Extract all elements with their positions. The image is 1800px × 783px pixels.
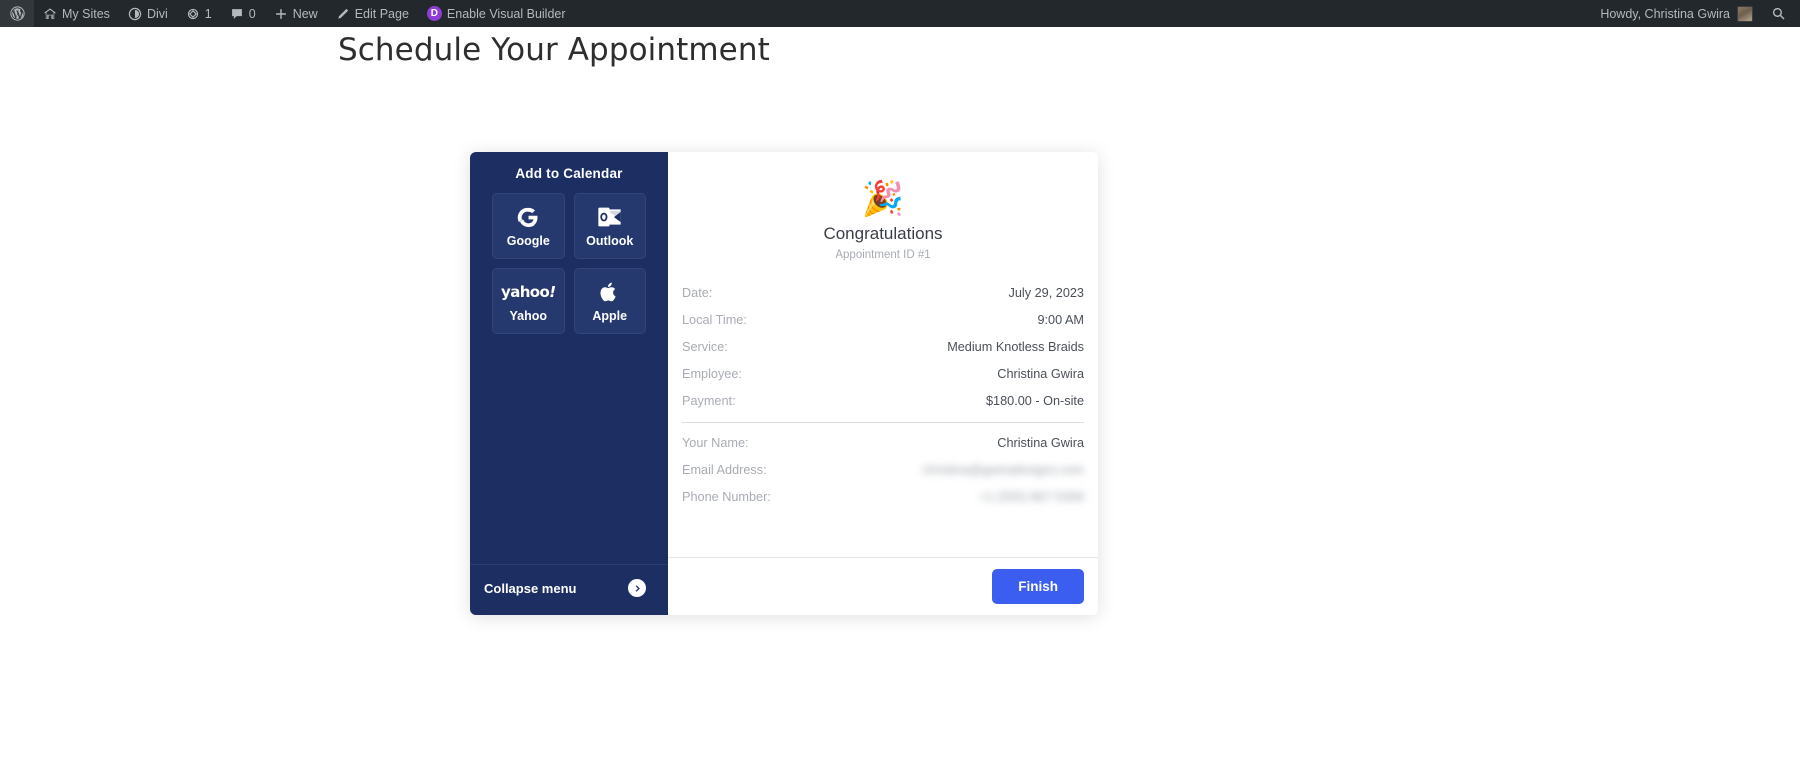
detail-value-payment: $180.00 - On-site: [985, 393, 1084, 408]
admin-bar-label-revisions: 1: [204, 6, 212, 21]
party-popper-icon: 🎉: [861, 180, 905, 218]
congratulations-block: 🎉 Congratulations Appointment ID #1: [682, 174, 1084, 261]
add-to-apple-calendar-button[interactable]: Apple: [573, 268, 646, 334]
divi-icon: [128, 7, 142, 21]
admin-bar-label-divi: Divi: [146, 6, 168, 21]
admin-bar-label-my-sites: My Sites: [62, 6, 110, 21]
admin-bar-label-edit-page: Edit Page: [354, 6, 409, 21]
admin-bar-item-search[interactable]: [1762, 0, 1800, 27]
admin-bar-item-wp-logo[interactable]: [0, 0, 34, 27]
sidebar-filler: [470, 334, 668, 564]
add-to-outlook-calendar-button[interactable]: Outlook: [573, 193, 646, 259]
admin-bar-item-howdy[interactable]: Howdy, Christina Gwira: [1591, 0, 1762, 27]
admin-bar-item-my-sites[interactable]: My Sites: [34, 0, 119, 27]
detail-value-service: Medium Knotless Braids: [947, 339, 1084, 354]
yahoo-button-label: Yahoo: [509, 309, 547, 323]
detail-value-employee: Christina Gwira: [997, 366, 1084, 381]
apple-logo-icon: [599, 279, 620, 305]
pencil-icon: [336, 7, 350, 21]
add-to-calendar-sidebar: Add to Calendar Google Outlook yahoo! Ya…: [470, 152, 668, 615]
admin-bar-left-group: My Sites Divi 1 0 New Edit Page D Enable…: [0, 0, 575, 27]
confirmation-footer: Finish: [668, 557, 1098, 615]
detail-row-service: Service: Medium Knotless Braids: [682, 333, 1084, 360]
page-title: Schedule Your Appointment: [338, 32, 770, 68]
admin-bar-item-edit-page[interactable]: Edit Page: [327, 0, 418, 27]
detail-label-service: Service:: [682, 339, 728, 354]
apple-button-label: Apple: [592, 309, 628, 323]
google-g-icon: [517, 204, 540, 230]
appointment-details-list: Date: July 29, 2023 Local Time: 9:00 AM …: [682, 279, 1084, 510]
admin-bar-item-visual-builder[interactable]: D Enable Visual Builder: [418, 0, 575, 27]
detail-row-email-address: Email Address: christina@gwiradesigns.co…: [682, 456, 1084, 483]
detail-label-phone-number: Phone Number:: [682, 489, 771, 504]
admin-bar-label-new: New: [292, 6, 318, 21]
add-to-google-calendar-button[interactable]: Google: [492, 193, 565, 259]
add-to-calendar-title: Add to Calendar: [515, 166, 623, 181]
avatar: [1737, 5, 1753, 22]
admin-bar-label-visual-builder: Enable Visual Builder: [446, 6, 566, 21]
outlook-icon: [597, 204, 622, 230]
add-to-yahoo-calendar-button[interactable]: yahoo! Yahoo: [492, 268, 565, 334]
arrow-right-circle-icon: [628, 579, 646, 597]
detail-value-local-time: 9:00 AM: [1037, 312, 1084, 327]
detail-row-your-name: Your Name: Christina Gwira: [682, 429, 1084, 456]
admin-bar-item-revisions[interactable]: 1: [177, 0, 221, 27]
details-divider: [682, 422, 1084, 423]
detail-row-employee: Employee: Christina Gwira: [682, 360, 1084, 387]
confirmation-body: 🎉 Congratulations Appointment ID #1 Date…: [668, 152, 1098, 557]
yahoo-wordmark-icon: yahoo!: [501, 283, 556, 301]
divi-badge-icon: D: [426, 6, 442, 21]
detail-label-your-name: Your Name:: [682, 435, 749, 450]
collapse-menu-button[interactable]: Collapse menu: [470, 564, 668, 615]
wp-admin-bar: My Sites Divi 1 0 New Edit Page D Enable…: [0, 0, 1800, 27]
plus-icon: [274, 7, 288, 21]
detail-value-email-address: christina@gwiradesigns.com: [922, 462, 1084, 477]
google-button-label: Google: [506, 234, 550, 248]
detail-row-payment: Payment: $180.00 - On-site: [682, 387, 1084, 414]
comment-bubble-icon: [230, 7, 244, 21]
revision-icon: [186, 7, 200, 21]
calendar-buttons-grid: Google Outlook yahoo! Yahoo Apple: [470, 193, 668, 334]
wordpress-logo-icon: [10, 6, 25, 21]
detail-label-local-time: Local Time:: [682, 312, 747, 327]
search-icon: [1771, 6, 1786, 21]
detail-value-phone-number: +1 (555) 867-5309: [979, 489, 1084, 504]
admin-bar-item-new[interactable]: New: [265, 0, 327, 27]
detail-label-employee: Employee:: [682, 366, 742, 381]
detail-value-date: July 29, 2023: [1008, 285, 1084, 300]
detail-value-your-name: Christina Gwira: [997, 435, 1084, 450]
detail-row-date: Date: July 29, 2023: [682, 279, 1084, 306]
collapse-menu-label: Collapse menu: [484, 580, 577, 596]
booking-widget: Add to Calendar Google Outlook yahoo! Ya…: [470, 152, 1098, 615]
detail-label-payment: Payment:: [682, 393, 736, 408]
congratulations-heading: Congratulations: [823, 224, 943, 243]
admin-bar-label-comments: 0: [248, 6, 256, 21]
detail-row-local-time: Local Time: 9:00 AM: [682, 306, 1084, 333]
admin-bar-item-comments[interactable]: 0: [221, 0, 265, 27]
sites-icon: [43, 7, 57, 21]
detail-label-date: Date:: [682, 285, 713, 300]
howdy-label: Howdy, Christina Gwira: [1600, 6, 1730, 21]
admin-bar-right-group: Howdy, Christina Gwira: [1591, 0, 1800, 27]
finish-button[interactable]: Finish: [992, 569, 1084, 604]
detail-row-phone-number: Phone Number: +1 (555) 867-5309: [682, 483, 1084, 510]
detail-label-email-address: Email Address:: [682, 462, 767, 477]
outlook-button-label: Outlook: [586, 234, 634, 248]
admin-bar-item-divi[interactable]: Divi: [119, 0, 177, 27]
confirmation-panel: 🎉 Congratulations Appointment ID #1 Date…: [668, 152, 1098, 615]
appointment-id-label: Appointment ID #1: [835, 249, 931, 261]
